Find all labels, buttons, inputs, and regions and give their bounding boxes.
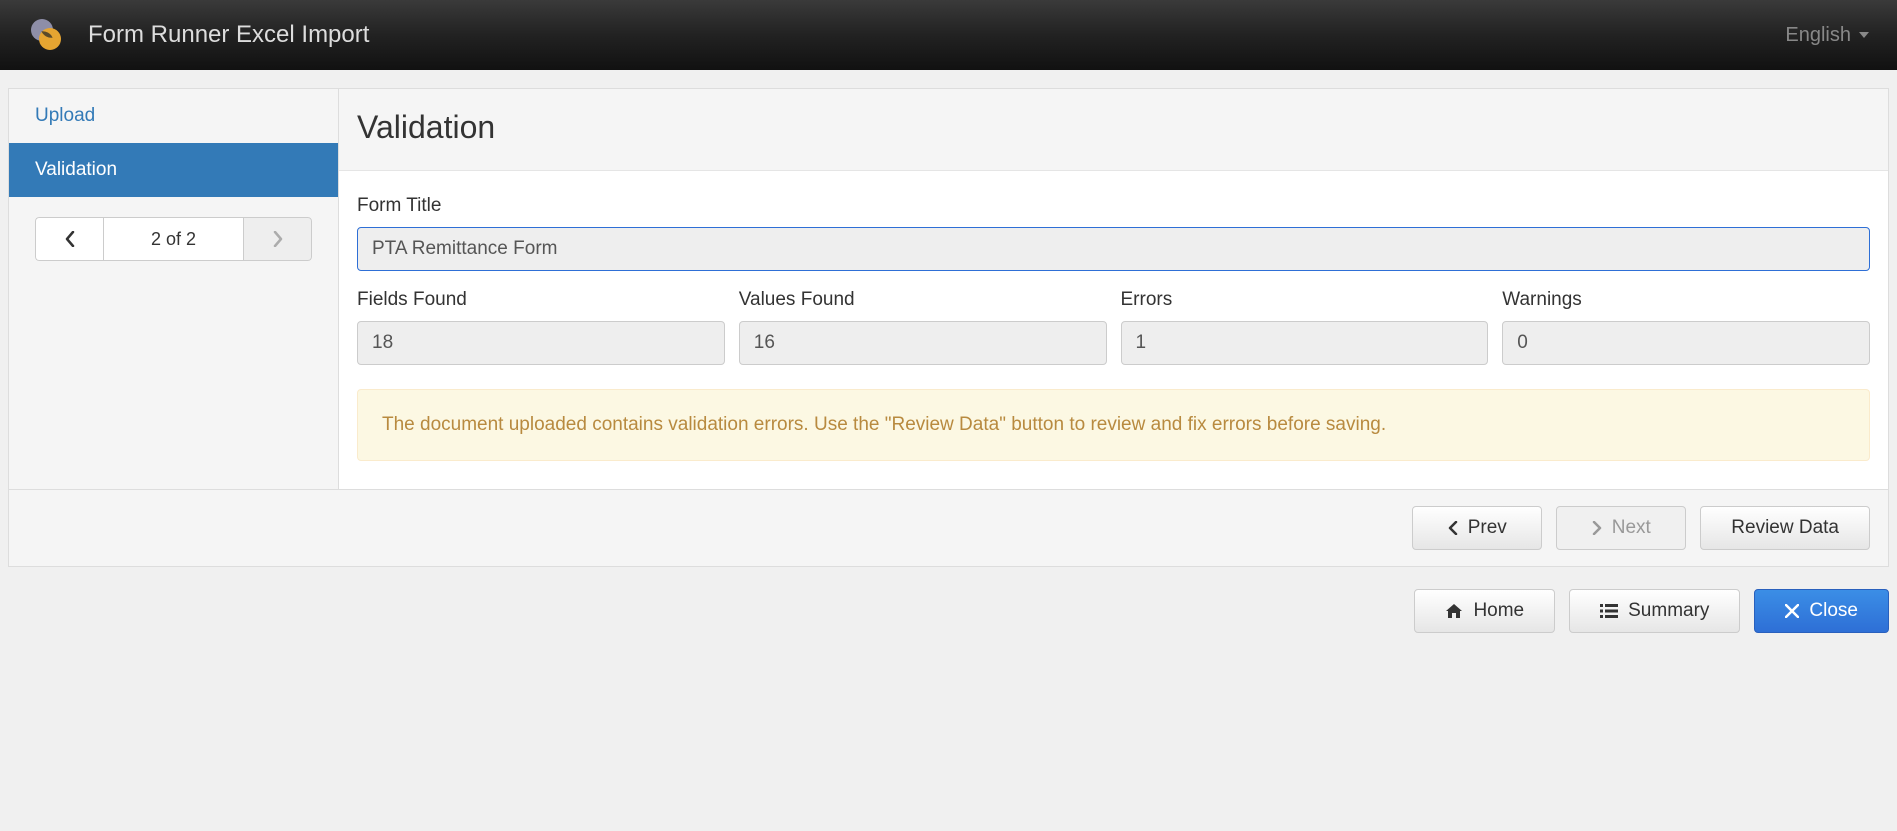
stat-warnings: Warnings [1502,289,1870,365]
main-panel: Validation Form Title Fields Found Value… [339,89,1888,489]
stat-fields-found: Fields Found [357,289,725,365]
close-icon [1785,604,1799,618]
app-logo [28,17,64,53]
stat-label: Values Found [739,289,1107,311]
sidebar-item-upload[interactable]: Upload [9,89,338,143]
button-label: Prev [1468,517,1507,539]
app-title: Form Runner Excel Import [88,21,369,49]
sidebar-item-label: Validation [35,159,117,180]
home-button[interactable]: Home [1414,589,1555,633]
close-button[interactable]: Close [1754,589,1889,633]
stat-label: Warnings [1502,289,1870,311]
chevron-left-icon [1448,521,1458,535]
form-title-field[interactable] [357,227,1870,271]
button-label: Home [1473,600,1524,622]
chevron-left-icon [64,231,76,247]
step-pager: 2 of 2 [35,217,312,261]
errors-field[interactable] [1121,321,1489,365]
values-found-field[interactable] [739,321,1107,365]
chevron-right-icon [272,231,284,247]
stat-values-found: Values Found [739,289,1107,365]
sidebar-item-label: Upload [35,105,95,126]
button-label: Summary [1628,600,1709,622]
stat-errors: Errors [1121,289,1489,365]
sidebar: Upload Validation 2 of 2 [9,89,339,489]
summary-button[interactable]: Summary [1569,589,1740,633]
button-label: Close [1809,600,1858,622]
next-button: Next [1556,506,1686,550]
language-selector[interactable]: English [1785,24,1869,47]
validation-alert: The document uploaded contains validatio… [357,389,1870,461]
wizard-footer: Prev Next Review Data [8,490,1889,567]
home-icon [1445,603,1463,619]
form-title-label: Form Title [357,195,1870,217]
language-label: English [1785,24,1851,47]
stats-row: Fields Found Values Found Errors Warning… [357,289,1870,365]
chevron-right-icon [1592,521,1602,535]
review-data-button[interactable]: Review Data [1700,506,1870,550]
pager-position: 2 of 2 [103,217,244,261]
sidebar-item-validation[interactable]: Validation [9,143,338,197]
stat-label: Errors [1121,289,1489,311]
list-icon [1600,604,1618,618]
topbar: Form Runner Excel Import English [0,0,1897,70]
prev-button[interactable]: Prev [1412,506,1542,550]
page-footer: Home Summary Close [0,567,1897,663]
main-header: Validation [339,89,1888,171]
button-label: Review Data [1731,517,1839,539]
pager-prev-button[interactable] [35,217,103,261]
topbar-left: Form Runner Excel Import [28,17,369,53]
stat-label: Fields Found [357,289,725,311]
fields-found-field[interactable] [357,321,725,365]
wizard-container: Upload Validation 2 of 2 Validation Form… [8,88,1889,490]
main-body: Form Title Fields Found Values Found Err… [339,171,1888,489]
pager-next-button [244,217,312,261]
warnings-field[interactable] [1502,321,1870,365]
button-label: Next [1612,517,1651,539]
page-title: Validation [357,109,1870,146]
caret-down-icon [1859,32,1869,38]
